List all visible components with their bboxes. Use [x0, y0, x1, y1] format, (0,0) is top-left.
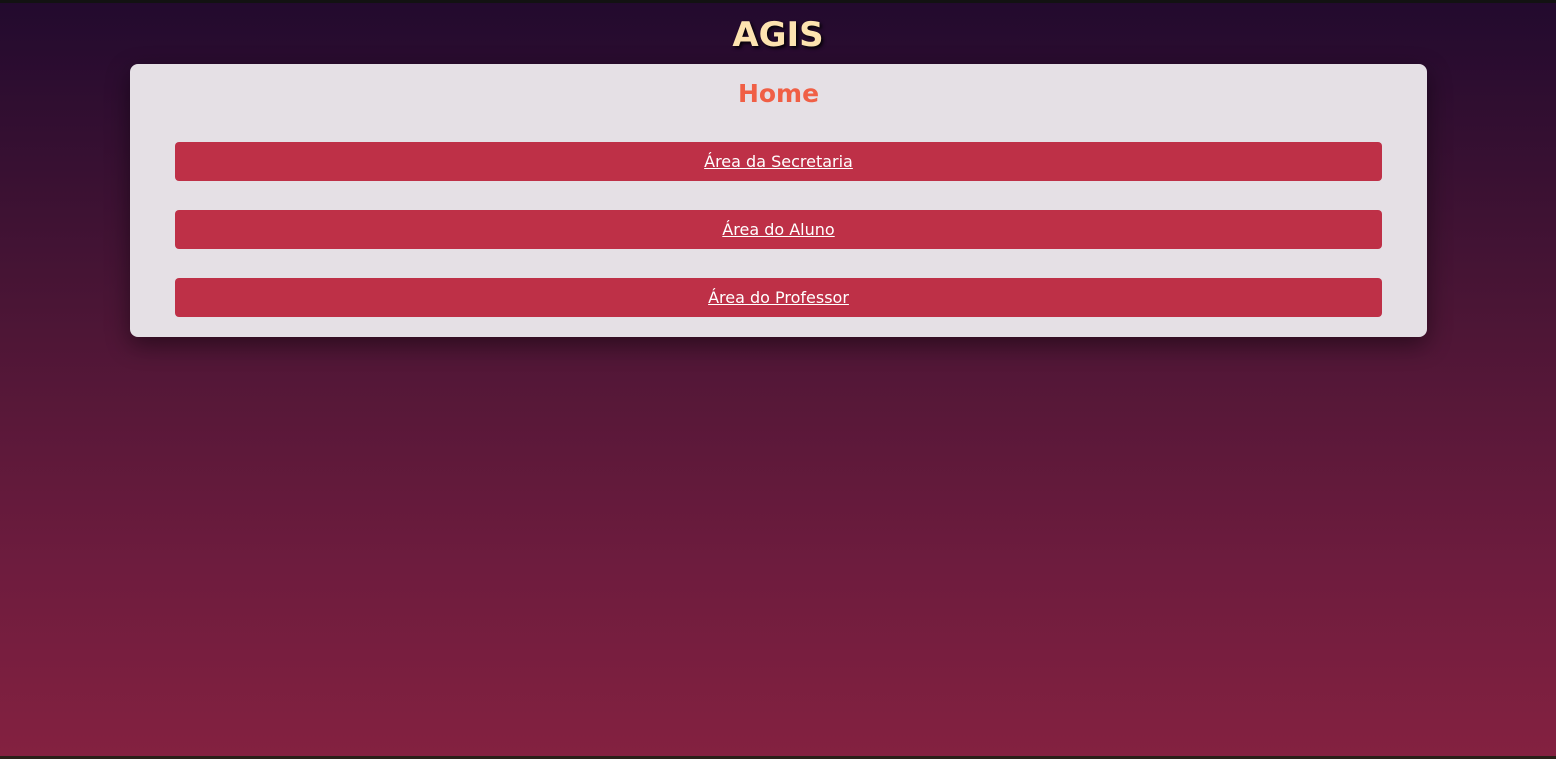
page-title: Home: [737, 79, 820, 108]
aluno-area-button[interactable]: Área do Aluno: [175, 210, 1382, 249]
home-card: Home Área da Secretaria Área do Aluno Ár…: [130, 64, 1427, 337]
app-title: AGIS: [732, 15, 824, 55]
secretaria-area-button[interactable]: Área da Secretaria: [175, 142, 1382, 181]
professor-area-button[interactable]: Área do Professor: [175, 278, 1382, 317]
